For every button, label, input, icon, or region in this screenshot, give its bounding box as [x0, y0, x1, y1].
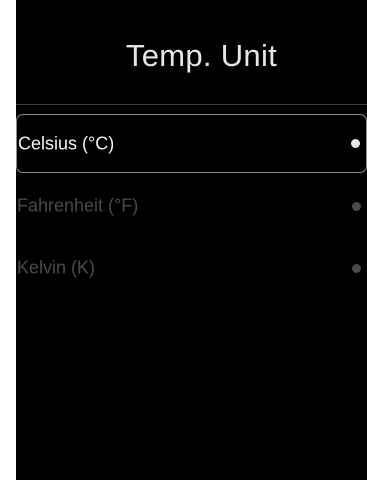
device-frame: Temp. Unit Celsius (°C) Fahrenheit (°F) …	[0, 0, 367, 480]
header: Temp. Unit	[16, 0, 367, 104]
option-fahrenheit[interactable]: Fahrenheit (°F)	[16, 176, 367, 236]
unselected-indicator-icon	[352, 201, 361, 211]
header-divider	[16, 104, 367, 105]
selected-indicator-icon	[351, 139, 360, 148]
option-label: Celsius (°C)	[18, 133, 115, 153]
settings-screen: Temp. Unit Celsius (°C) Fahrenheit (°F) …	[16, 0, 367, 480]
option-label: Fahrenheit (°F)	[17, 195, 139, 216]
unit-option-list: Celsius (°C) Fahrenheit (°F) Kelvin (K)	[16, 114, 367, 300]
unselected-indicator-icon	[352, 263, 361, 273]
option-celsius[interactable]: Celsius (°C)	[16, 114, 367, 173]
option-kelvin[interactable]: Kelvin (K)	[16, 238, 367, 298]
option-label: Kelvin (K)	[17, 257, 96, 278]
page-title: Temp. Unit	[125, 38, 278, 73]
